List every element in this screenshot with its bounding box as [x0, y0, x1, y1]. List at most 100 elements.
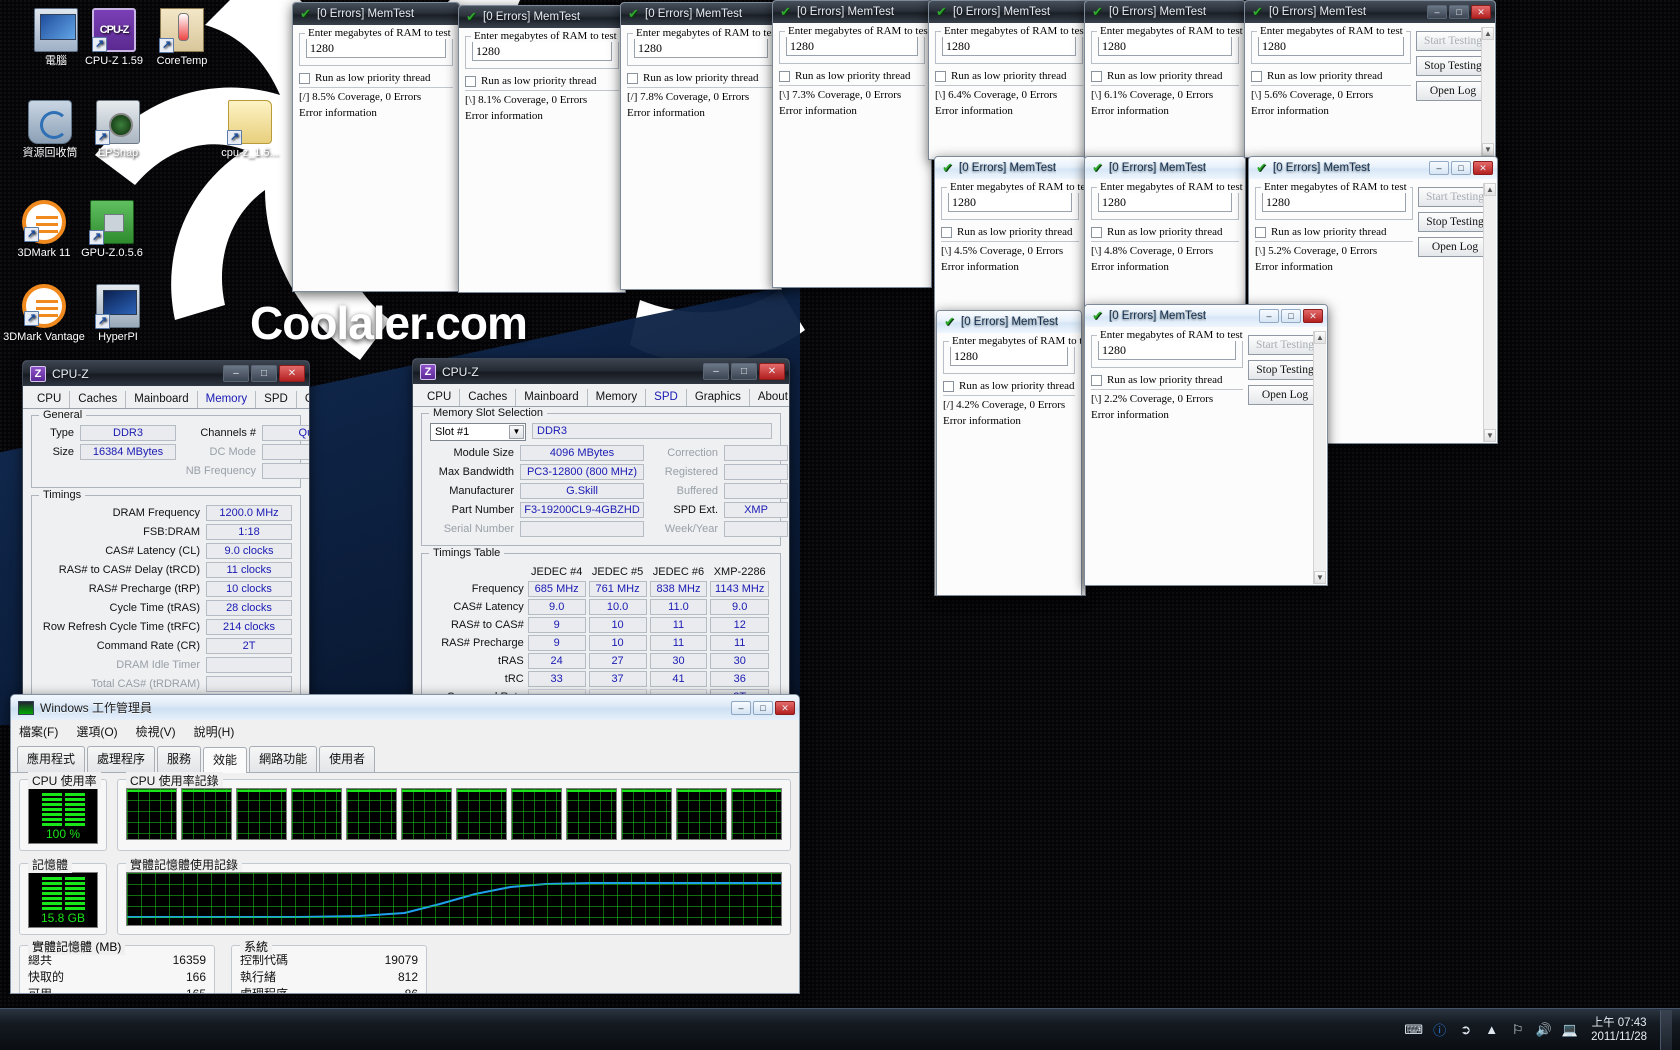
flag-icon[interactable]: ⚐: [1509, 1021, 1526, 1038]
tab-applications[interactable]: 應用程式: [17, 746, 86, 772]
memtest-window[interactable]: [0 Errors] MemTest Enter megabytes of RA…: [772, 0, 932, 288]
memtest-buttons[interactable]: Start Testing Stop Testing Open Log: [1416, 31, 1490, 106]
low-priority-checkbox[interactable]: [943, 380, 954, 392]
tab-processes[interactable]: 處理程序: [87, 746, 156, 772]
low-priority-row[interactable]: Run as low priority thread: [1091, 70, 1239, 82]
ram-megabytes-input[interactable]: [948, 192, 1072, 212]
window-titlebar[interactable]: Z CPU-Z – □ ✕: [413, 359, 789, 384]
memtest-buttons[interactable]: Start Testing Stop Testing Open Log: [1418, 187, 1492, 262]
tab-cpu[interactable]: CPU: [419, 389, 461, 406]
low-priority-row[interactable]: Run as low priority thread: [465, 75, 619, 87]
memtest-window[interactable]: [0 Errors] MemTest Enter megabytes of RA…: [936, 310, 1082, 596]
close-button[interactable]: ✕: [1303, 309, 1323, 323]
tab-cpu[interactable]: CPU: [29, 391, 71, 408]
tab-memory[interactable]: Memory: [588, 389, 647, 406]
desktop-icon-coretemp[interactable]: CoreTemp: [140, 8, 224, 68]
low-priority-checkbox[interactable]: [1091, 374, 1102, 386]
clock[interactable]: 上午 07:43 2011/11/28: [1587, 1016, 1651, 1044]
scroll-down-arrow[interactable]: ▼: [1314, 571, 1326, 584]
low-priority-row[interactable]: Run as low priority thread: [935, 70, 1083, 82]
slot-select-dropdown[interactable]: Slot #1 ▼: [430, 423, 526, 441]
close-button[interactable]: ✕: [759, 363, 785, 380]
low-priority-row[interactable]: Run as low priority thread: [1091, 226, 1239, 238]
low-priority-row[interactable]: Run as low priority thread: [299, 72, 453, 84]
maximize-button[interactable]: □: [1451, 161, 1471, 175]
minimize-button[interactable]: –: [703, 363, 729, 380]
close-button[interactable]: ✕: [1473, 161, 1493, 175]
window-titlebar[interactable]: [0 Errors] MemTest: [935, 157, 1085, 179]
low-priority-checkbox[interactable]: [779, 70, 790, 82]
ram-megabytes-input[interactable]: [950, 346, 1068, 366]
start-testing-button[interactable]: Start Testing: [1416, 31, 1490, 51]
window-titlebar[interactable]: [0 Errors] MemTest – □ ✕: [1085, 305, 1327, 327]
memtest-window[interactable]: [0 Errors] MemTest Enter megabytes of RA…: [292, 2, 460, 292]
scroll-down-arrow[interactable]: ▼: [1482, 143, 1494, 156]
low-priority-checkbox[interactable]: [1251, 70, 1262, 82]
low-priority-checkbox[interactable]: [941, 226, 952, 238]
taskbar[interactable]: ⌨ ⓘ ➲ ▲ ⚐ 🔊 💻 上午 07:43 2011/11/28: [0, 1008, 1680, 1050]
vertical-scrollbar[interactable]: ▲ ▼: [1313, 331, 1326, 584]
help-icon[interactable]: ⓘ: [1431, 1021, 1448, 1038]
low-priority-row[interactable]: Run as low priority thread: [627, 72, 775, 84]
task-manager-window[interactable]: Windows 工作管理員 – □ ✕ 檔案(F) 選項(O) 檢視(V) 說明…: [10, 694, 800, 994]
low-priority-row[interactable]: Run as low priority thread: [1091, 374, 1243, 386]
memtest-window[interactable]: [0 Errors] MemTest Enter megabytes of RA…: [1084, 156, 1246, 308]
window-titlebar[interactable]: [0 Errors] MemTest – □ ✕: [1245, 1, 1495, 23]
window-titlebar[interactable]: [0 Errors] MemTest: [937, 311, 1081, 333]
low-priority-checkbox[interactable]: [1255, 226, 1266, 238]
ram-megabytes-input[interactable]: [1262, 192, 1406, 212]
tab-mainboard[interactable]: Mainboard: [516, 389, 588, 406]
scroll-up-arrow[interactable]: ▲: [1484, 183, 1496, 196]
window-titlebar[interactable]: Windows 工作管理員 – □ ✕: [11, 695, 799, 720]
cpuz-spd-tabs[interactable]: CPU Caches Mainboard Memory SPD Graphics…: [413, 384, 789, 407]
low-priority-checkbox[interactable]: [465, 75, 476, 87]
maximize-button[interactable]: □: [753, 700, 773, 715]
scroll-up-arrow[interactable]: ▲: [1314, 331, 1326, 344]
ram-megabytes-input[interactable]: [472, 41, 612, 61]
window-titlebar[interactable]: [0 Errors] MemTest: [1085, 1, 1245, 23]
close-button[interactable]: ✕: [1471, 5, 1491, 19]
stop-testing-button[interactable]: Stop Testing: [1416, 56, 1490, 76]
close-button[interactable]: ✕: [775, 700, 795, 715]
window-switch-icon[interactable]: ➲: [1457, 1021, 1474, 1038]
window-titlebar[interactable]: [0 Errors] MemTest: [293, 3, 459, 25]
task-manager-tabs[interactable]: 應用程式 處理程序 服務 效能 網路功能 使用者: [11, 742, 799, 773]
chevron-down-icon[interactable]: ▼: [509, 425, 524, 439]
task-manager-menubar[interactable]: 檔案(F) 選項(O) 檢視(V) 說明(H): [11, 720, 799, 742]
low-priority-row[interactable]: Run as low priority thread: [1251, 70, 1411, 82]
tab-services[interactable]: 服務: [157, 746, 202, 772]
scroll-down-arrow[interactable]: ▼: [1484, 429, 1496, 442]
low-priority-row[interactable]: Run as low priority thread: [779, 70, 925, 82]
tab-spd[interactable]: SPD: [256, 391, 297, 408]
low-priority-checkbox[interactable]: [299, 72, 310, 84]
memtest-window[interactable]: [0 Errors] MemTest Enter megabytes of RA…: [928, 0, 1090, 160]
maximize-button[interactable]: □: [731, 363, 757, 380]
maximize-button[interactable]: □: [251, 365, 277, 382]
tab-about[interactable]: About: [750, 389, 789, 406]
window-titlebar[interactable]: [0 Errors] MemTest: [773, 1, 931, 23]
tab-mainboard[interactable]: Mainboard: [126, 391, 198, 408]
stop-testing-button[interactable]: Stop Testing: [1248, 360, 1322, 380]
ram-megabytes-input[interactable]: [634, 38, 768, 58]
ram-megabytes-input[interactable]: [786, 36, 918, 56]
desktop-icon-epsnap[interactable]: EPSnap: [76, 100, 160, 160]
system-tray[interactable]: ⌨ ⓘ ➲ ▲ ⚐ 🔊 💻 上午 07:43 2011/11/28: [1404, 1009, 1680, 1050]
cpuz-memory-window[interactable]: Z CPU-Z – □ ✕ CPU Caches Mainboard Memor…: [22, 360, 310, 698]
maximize-button[interactable]: □: [1449, 5, 1469, 19]
show-hidden-icons-icon[interactable]: ▲: [1483, 1021, 1500, 1038]
network-icon[interactable]: 💻: [1561, 1021, 1578, 1038]
keyboard-icon[interactable]: ⌨: [1404, 1021, 1423, 1038]
ram-megabytes-input[interactable]: [306, 38, 446, 58]
open-log-button[interactable]: Open Log: [1416, 81, 1490, 101]
memtest-window[interactable]: [0 Errors] MemTest Enter megabytes of RA…: [1084, 0, 1246, 160]
open-log-button[interactable]: Open Log: [1418, 237, 1492, 257]
menu-file[interactable]: 檔案(F): [19, 723, 58, 740]
low-priority-checkbox[interactable]: [935, 70, 946, 82]
vertical-scrollbar[interactable]: ▲ ▼: [1481, 27, 1494, 156]
menu-help[interactable]: 說明(H): [194, 723, 235, 740]
minimize-button[interactable]: –: [1259, 309, 1279, 323]
stop-testing-button[interactable]: Stop Testing: [1418, 212, 1492, 232]
minimize-button[interactable]: –: [731, 700, 751, 715]
ram-megabytes-input[interactable]: [1098, 36, 1232, 56]
tab-performance[interactable]: 效能: [203, 747, 248, 773]
